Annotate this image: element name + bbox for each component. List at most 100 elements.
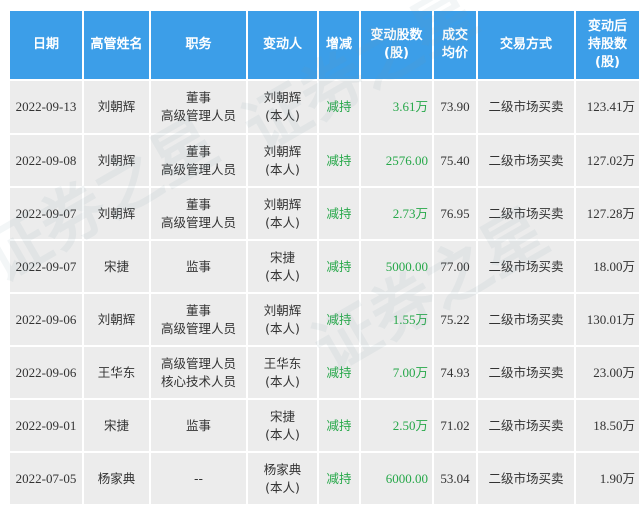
position-cell: 董事 高级管理人员 xyxy=(151,135,246,186)
cell-line: 日期 xyxy=(32,37,59,52)
change-quantity-cell-value: 7.00 xyxy=(392,364,416,380)
trade-mode-cell: 二级市场买卖 xyxy=(478,241,574,292)
cell-line: -- xyxy=(193,470,204,486)
cell-line: 刘朝辉 xyxy=(263,143,302,159)
holding-after-cell-value: 130.01 xyxy=(586,311,623,327)
column-header-price: 成交 均价 xyxy=(434,11,476,79)
column-header-name: 高管姓名 xyxy=(84,11,149,79)
date-cell: 2022-07-05 xyxy=(10,453,82,504)
cell-line: (本人) xyxy=(265,214,300,230)
holding-after-cell-value: 18.00 xyxy=(593,258,623,274)
cell-line: 高级管理人员 xyxy=(160,320,236,336)
trade-mode-cell: 二级市场买卖 xyxy=(478,347,574,398)
holding-after-cell-unit: 万 xyxy=(622,152,635,168)
column-header-position: 职务 xyxy=(151,11,246,79)
executive-name-cell: 刘朝辉 xyxy=(84,81,149,133)
changer-cell: 刘朝辉 (本人) xyxy=(248,135,317,186)
changer-cell: 杨家典 (本人) xyxy=(248,453,317,504)
direction-cell: 减持 xyxy=(319,241,359,292)
average-price-cell: 76.95 xyxy=(434,188,476,239)
cell-line: (本人) xyxy=(265,426,300,442)
change-quantity-cell-value: 6000.00 xyxy=(385,470,428,486)
change-quantity-cell: 6000.00 xyxy=(361,453,432,504)
holding-after-cell-unit: 万 xyxy=(622,99,635,114)
table-row: 2022-09-08 刘朝辉 董事 高级管理人员 刘朝辉 (本人) 减持 2576.00 75.… xyxy=(10,135,639,186)
cell-line: 宋捷 xyxy=(269,408,295,424)
average-price-cell: 53.04 xyxy=(434,453,476,504)
cell-line: 董事 xyxy=(185,302,211,318)
table-row: 2022-09-07 宋捷 监事 宋捷 (本人) 减持 5000.00 77.00 二级市场买卖… xyxy=(10,241,639,292)
table-row: 2022-09-07 刘朝辉 董事 高级管理人员 刘朝辉 (本人) 减持 2.73万 76.95… xyxy=(10,188,639,239)
average-price-cell: 75.22 xyxy=(434,294,476,345)
cell-line: (本人) xyxy=(265,320,300,336)
changer-cell: 刘朝辉 (本人) xyxy=(248,294,317,345)
cell-line: 职务 xyxy=(185,37,212,52)
change-quantity-cell: 2576.00 xyxy=(361,135,432,186)
change-quantity-cell-unit: 万 xyxy=(415,99,428,114)
executive-name-cell: 刘朝辉 xyxy=(84,135,149,186)
direction-cell: 减持 xyxy=(319,188,359,239)
average-price-cell: 74.93 xyxy=(434,347,476,398)
direction-cell: 减持 xyxy=(319,81,359,133)
holding-after-cell: 18.50万 xyxy=(576,400,639,451)
cell-line: 杨家典 xyxy=(263,461,302,477)
cell-line: (股) xyxy=(595,55,620,70)
average-price-cell: 71.02 xyxy=(434,400,476,451)
holding-after-cell-value: 1.90 xyxy=(599,470,623,486)
trade-mode-cell: 二级市场买卖 xyxy=(478,81,574,133)
change-quantity-cell: 2.50万 xyxy=(361,400,432,451)
cell-line: 高级管理人员 xyxy=(160,214,236,230)
change-quantity-cell-unit: 万 xyxy=(415,205,428,221)
date-cell: 2022-09-13 xyxy=(10,81,82,133)
holding-after-cell-unit: 万 xyxy=(622,311,635,327)
cell-line: 变动后 xyxy=(587,19,627,34)
cell-line: 监事 xyxy=(185,417,211,433)
cell-line: 监事 xyxy=(185,258,211,274)
cell-line: 高级管理人员 xyxy=(160,161,236,177)
change-quantity-cell: 1.55万 xyxy=(361,294,432,345)
cell-line: 变动股数 xyxy=(370,28,423,43)
trade-mode-cell: 二级市场买卖 xyxy=(478,294,574,345)
position-cell: 董事 高级管理人员 xyxy=(151,294,246,345)
date-cell: 2022-09-06 xyxy=(10,347,82,398)
holding-after-cell: 23.00万 xyxy=(576,347,639,398)
cell-line: (本人) xyxy=(265,161,300,177)
cell-line: 董事 xyxy=(185,143,211,159)
cell-line: 核心技术人员 xyxy=(160,373,236,389)
cell-line: 高管姓名 xyxy=(90,37,143,52)
holding-after-cell: 127.02万 xyxy=(576,135,639,186)
column-header-changer: 变动人 xyxy=(248,11,317,79)
table-row: 2022-09-06 刘朝辉 董事 高级管理人员 刘朝辉 (本人) 减持 1.55万 75.22… xyxy=(10,294,639,345)
holding-after-cell-unit: 万 xyxy=(622,470,635,486)
position-cell: 董事 高级管理人员 xyxy=(151,188,246,239)
executive-name-cell: 杨家典 xyxy=(84,453,149,504)
average-price-cell: 77.00 xyxy=(434,241,476,292)
direction-cell: 减持 xyxy=(319,135,359,186)
change-quantity-cell-value: 5000.00 xyxy=(385,258,428,274)
holding-after-cell: 127.28万 xyxy=(576,188,639,239)
cell-line: 变动人 xyxy=(262,37,302,52)
changer-cell: 刘朝辉 (本人) xyxy=(248,81,317,133)
cell-line: (本人) xyxy=(265,479,300,495)
direction-cell: 减持 xyxy=(319,347,359,398)
trade-mode-cell: 二级市场买卖 xyxy=(478,453,574,504)
cell-line: 刘朝辉 xyxy=(263,302,302,318)
table-row: 2022-09-01 宋捷 监事 宋捷 (本人) 减持 2.50万 71.02 二级市场买卖 18… xyxy=(10,400,639,451)
table-header-row: 日期 高管姓名 职务 变动人 增减 变动股数 (股) 成交 均价 交易方式 变动后 持股数 (股) xyxy=(10,11,639,79)
holding-after-cell-unit: 万 xyxy=(622,258,635,274)
change-quantity-cell-unit: 万 xyxy=(415,364,428,380)
table-row: 2022-09-13 刘朝辉 董事 高级管理人员 刘朝辉 (本人) 减持 3.61万 73.90… xyxy=(10,81,639,133)
cell-line: 宋捷 xyxy=(269,249,295,265)
direction-cell: 减持 xyxy=(319,294,359,345)
cell-line: (本人) xyxy=(265,108,300,123)
date-cell: 2022-09-08 xyxy=(10,135,82,186)
change-quantity-cell: 5000.00 xyxy=(361,241,432,292)
change-quantity-cell: 3.61万 xyxy=(361,81,432,133)
holding-after-cell-value: 18.50 xyxy=(593,417,623,433)
cell-line: 持股数 xyxy=(587,37,627,52)
cell-line: 董事 xyxy=(185,90,211,105)
cell-line: (股) xyxy=(384,46,409,61)
page: 日期 高管姓名 职务 变动人 增减 变动股数 (股) 成交 均价 交易方式 变动后 持股数 (股) 20… xyxy=(0,0,641,514)
holding-after-cell-value: 23.00 xyxy=(593,364,623,380)
holding-after-cell: 130.01万 xyxy=(576,294,639,345)
